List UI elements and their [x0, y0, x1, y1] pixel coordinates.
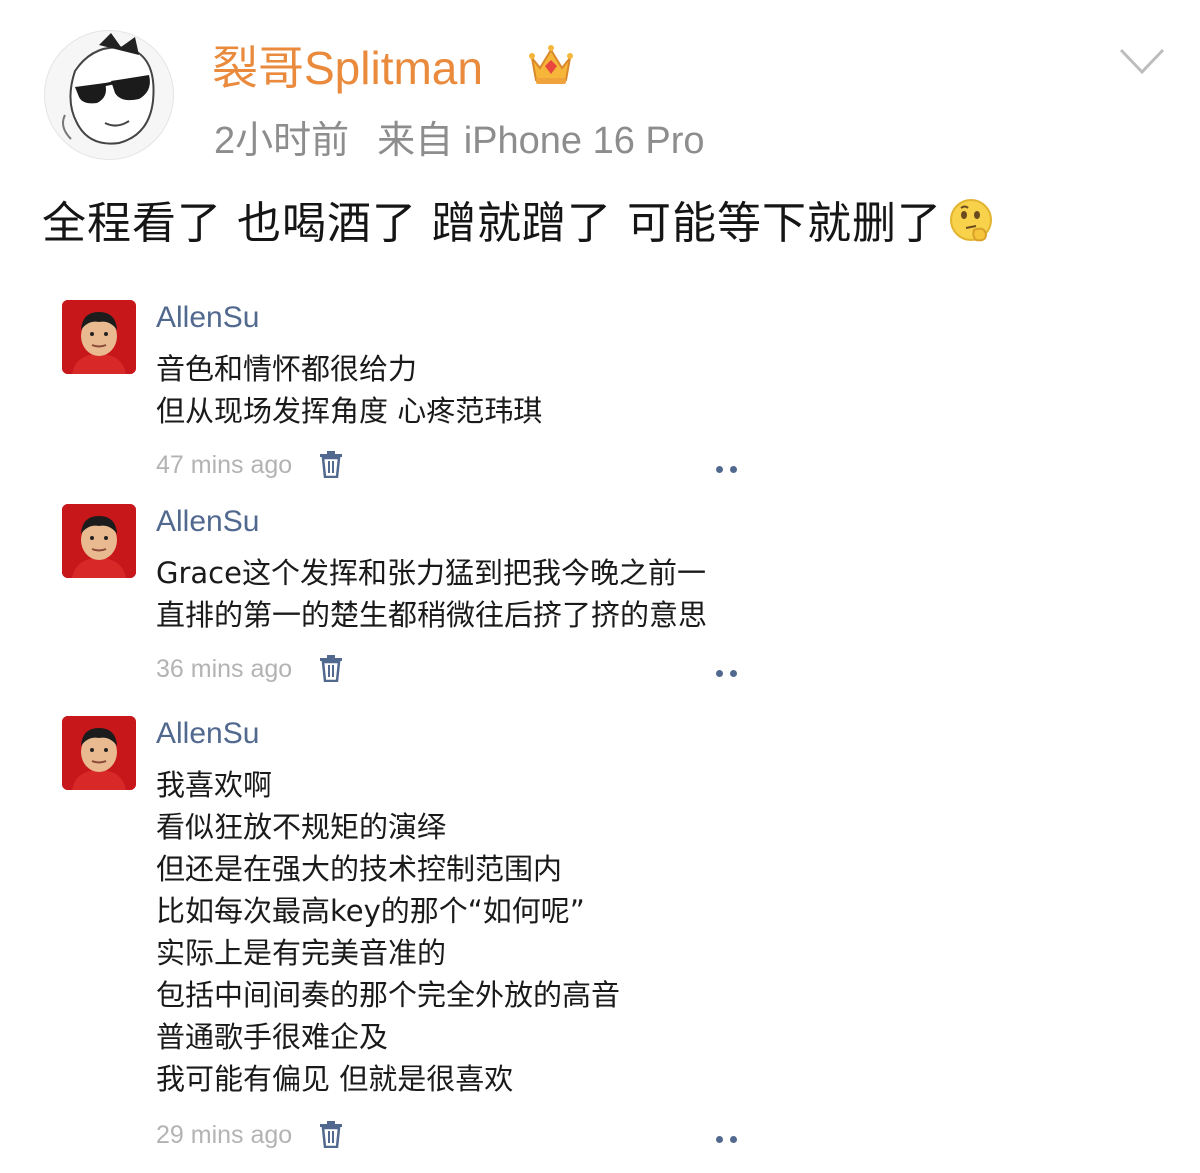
post-text: 全程看了 也喝酒了 蹭就蹭了 可能等下就删了	[42, 194, 996, 254]
comment-line: 但从现场发挥角度 心疼范玮琪	[156, 394, 543, 428]
comment-time: 29 mins ago	[156, 1121, 293, 1149]
comment-time: 47 mins ago	[156, 451, 293, 479]
comment-line: 音色和情怀都很给力	[156, 352, 418, 386]
comment-line: Grace这个发挥和张力猛到把我今晚之前一	[156, 556, 706, 590]
commenter-avatar[interactable]	[62, 300, 136, 374]
commenter-name[interactable]: AllenSu	[156, 298, 259, 338]
more-options-icon[interactable]	[716, 662, 746, 677]
comment-text: 音色和情怀都很给力 但从现场发挥角度 心疼范玮琪	[156, 348, 542, 432]
post-meta: 2小时前 来自 iPhone 16 Pro	[214, 116, 705, 166]
comment-text: Grace这个发挥和张力猛到把我今晚之前一 直排的第一的楚生都稍微往后挤了挤的意…	[156, 552, 707, 636]
post-time: 2小时前	[214, 120, 350, 162]
commenter-name[interactable]: AllenSu	[156, 502, 259, 542]
comment-line: 直排的第一的楚生都稍微往后挤了挤的意思	[156, 598, 708, 632]
commenter-name[interactable]: AllenSu	[156, 714, 259, 754]
commenter-avatar[interactable]	[62, 716, 136, 790]
comment-line: 实际上是有完美音准的	[156, 936, 447, 970]
author-name[interactable]: 裂哥Splitman	[212, 40, 483, 96]
comment-line: 比如每次最高key的那个“如何呢”	[156, 894, 585, 928]
comment-line: 包括中间间奏的那个完全外放的高音	[156, 978, 621, 1012]
comment-text: 我喜欢啊 看似狂放不规矩的演绎 但还是在强大的技术控制范围内 比如每次最高key…	[156, 764, 620, 1100]
post-body: 全程看了 也喝酒了 蹭就蹭了 可能等下就删了	[42, 198, 942, 249]
comment-time: 36 mins ago	[156, 655, 293, 683]
comment-footer: 47 mins ago	[156, 446, 756, 486]
trash-icon[interactable]	[318, 654, 344, 682]
trash-icon[interactable]	[318, 450, 344, 478]
comment-line: 看似狂放不规矩的演绎	[156, 810, 447, 844]
chevron-down-icon[interactable]	[1118, 46, 1166, 76]
author-avatar[interactable]	[44, 30, 174, 160]
crown-icon	[529, 45, 573, 84]
comment-line: 但还是在强大的技术控制范围内	[156, 852, 563, 886]
more-options-icon[interactable]	[716, 1128, 746, 1143]
trash-icon[interactable]	[318, 1120, 344, 1148]
comment-line: 我喜欢啊	[156, 768, 273, 802]
comment-footer: 29 mins ago	[156, 1116, 756, 1156]
thinking-emoji-icon	[949, 199, 992, 242]
comment-line: 我可能有偏见 但就是很喜欢	[156, 1062, 514, 1096]
post-source: 来自 iPhone 16 Pro	[377, 120, 705, 162]
post-header: 裂哥Splitman 2小时前 来自 iPhone 16 Pro	[0, 0, 1200, 180]
commenter-avatar[interactable]	[62, 504, 136, 578]
comment-line: 普通歌手很难企及	[156, 1020, 389, 1054]
comment-footer: 36 mins ago	[156, 650, 756, 690]
more-options-icon[interactable]	[716, 458, 746, 473]
